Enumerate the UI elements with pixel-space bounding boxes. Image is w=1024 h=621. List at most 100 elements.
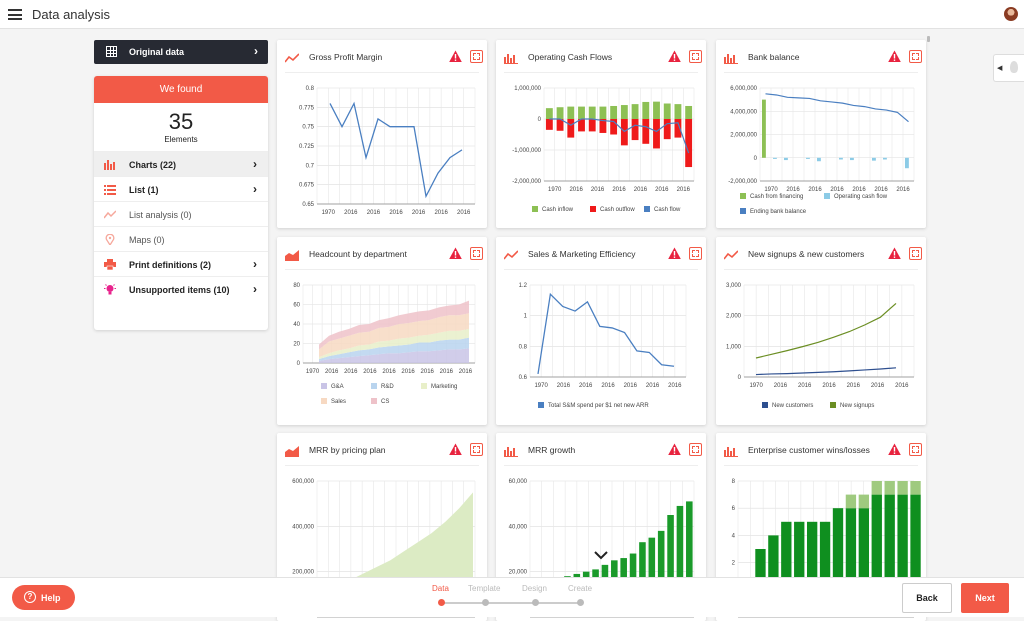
step-template[interactable]: Template <box>468 584 500 593</box>
y-tick-label: 40 <box>293 322 300 328</box>
legend-label: Marketing <box>431 384 457 390</box>
sidebar-item-label: Maps (0) <box>129 235 165 245</box>
expand-icon[interactable] <box>689 50 702 63</box>
series-line <box>755 302 897 359</box>
expand-corner <box>477 53 480 56</box>
x-tick-label: 2016 <box>601 383 615 389</box>
bar <box>556 107 564 119</box>
expand-icon[interactable] <box>470 443 483 456</box>
warning-icon[interactable] <box>888 50 901 63</box>
x-tick-label: 2016 <box>367 210 381 216</box>
expand-corner <box>477 446 480 449</box>
avatar[interactable] <box>1004 7 1018 21</box>
warning-icon[interactable] <box>668 247 681 260</box>
sidebar-item-unsupported[interactable]: Unsupported items (10) › <box>94 276 268 301</box>
card-divider <box>285 465 479 466</box>
original-data-button[interactable]: Original data › <box>94 40 268 64</box>
x-tick-label: 2016 <box>457 210 471 216</box>
bar <box>545 108 553 119</box>
chevron-right-icon: › <box>253 182 257 196</box>
chart: 3,000 2,000 1,000 0 1970 2016 2016 2016 2016 2016… <box>726 283 915 409</box>
back-button[interactable]: Back <box>902 583 952 613</box>
step-design[interactable]: Design <box>522 584 547 593</box>
card-divider <box>724 465 918 466</box>
legend-label: G&A <box>331 384 344 390</box>
chart-card[interactable]: Gross Profit Margin 0.8 0.775 0.75 0.725 0.7 0… <box>277 40 487 228</box>
steps-track <box>442 602 582 604</box>
x-tick-label: 2016 <box>363 369 377 375</box>
found-header: We found <box>94 76 268 103</box>
y-tick-label: 0.675 <box>299 183 315 189</box>
bar-chart-icon <box>724 447 738 457</box>
scroll-down-chevron-icon[interactable] <box>594 550 608 560</box>
legend-swatch <box>824 193 830 199</box>
list-icon <box>104 184 116 195</box>
chart-card[interactable]: Operating Cash Flows 1,000,000 0 -1,000,000… <box>496 40 706 228</box>
x-tick-label: 2016 <box>401 369 415 375</box>
y-tick-label: 4,000,000 <box>730 109 757 115</box>
chart-card[interactable]: Bank balance 6,000,000 4,000,000 2,000,000 0… <box>716 40 926 228</box>
bar <box>631 119 639 141</box>
expand-icon[interactable] <box>909 50 922 63</box>
help-side-tab[interactable]: ◀ <box>993 54 1024 82</box>
y-tick-label: 600,000 <box>292 479 314 485</box>
warning-icon[interactable] <box>888 247 901 260</box>
chart: 1,000,000 0 -1,000,000 -2,000,000 1970 2016 20… <box>512 86 695 213</box>
legend-label: New signups <box>840 403 874 409</box>
step-dot-design[interactable] <box>532 599 539 606</box>
expand-corner <box>692 250 695 253</box>
warning-icon[interactable] <box>449 443 462 456</box>
expand-corner <box>916 254 919 257</box>
next-button[interactable]: Next <box>961 583 1009 613</box>
chart-card[interactable]: New signups & new customers 3,000 2,000 1,0… <box>716 237 926 425</box>
line-chart-icon <box>503 248 519 260</box>
bar <box>838 157 843 160</box>
warning-icon[interactable] <box>449 247 462 260</box>
help-button[interactable]: ? Help <box>12 585 75 610</box>
bar <box>620 119 628 146</box>
hamburger-menu-icon[interactable] <box>8 9 22 20</box>
expand-icon[interactable] <box>470 50 483 63</box>
y-tick-label: -1,000,000 <box>512 148 541 154</box>
step-dot-template[interactable] <box>482 599 489 606</box>
scrollbar[interactable] <box>927 36 930 42</box>
step-dot-data[interactable] <box>438 599 445 606</box>
x-tick-label: 2016 <box>591 187 605 193</box>
sidebar-item-print-definitions[interactable]: Print definitions (2) › <box>94 251 268 276</box>
expand-icon[interactable] <box>909 443 922 456</box>
x-tick-label: 2016 <box>612 187 626 193</box>
x-tick-label: 2016 <box>421 369 435 375</box>
step-create[interactable]: Create <box>568 584 592 593</box>
y-tick-label: 3,000 <box>726 283 742 289</box>
chart-card[interactable]: Headcount by department 80 60 40 20 0 1970 2016… <box>277 237 487 425</box>
bar <box>884 481 895 495</box>
step-dot-create[interactable] <box>577 599 584 606</box>
expand-icon[interactable] <box>689 443 702 456</box>
y-tick-label: 80 <box>293 283 300 289</box>
y-tick-label: 20 <box>293 342 300 348</box>
expand-corner <box>473 446 476 449</box>
expand-icon[interactable] <box>909 247 922 260</box>
warning-icon[interactable] <box>668 50 681 63</box>
y-tick-label: 4 <box>732 533 736 539</box>
line-chart-icon <box>723 248 739 260</box>
warning-icon[interactable] <box>668 443 681 456</box>
x-tick-label: 2016 <box>440 369 454 375</box>
warning-icon[interactable] <box>888 443 901 456</box>
sidebar-item-list[interactable]: List (1) › <box>94 176 268 201</box>
bar <box>620 105 628 119</box>
x-tick-label: 2016 <box>655 187 669 193</box>
warning-icon[interactable] <box>449 50 462 63</box>
bar <box>871 157 876 161</box>
expand-corner <box>473 57 476 60</box>
x-tick-label: 2016 <box>569 187 583 193</box>
sidebar-item-maps[interactable]: Maps (0) <box>94 226 268 251</box>
sidebar-item-list-analysis[interactable]: List analysis (0) <box>94 201 268 226</box>
chart-title: Bank balance <box>748 52 800 62</box>
expand-icon[interactable] <box>470 247 483 260</box>
step-data[interactable]: Data <box>432 584 449 593</box>
y-tick-label: 2 <box>732 561 736 567</box>
chart-card[interactable]: Sales & Marketing Efficiency 1.2 1 0.8 0.6 19… <box>496 237 706 425</box>
sidebar-item-charts[interactable]: Charts (22) › <box>94 151 268 176</box>
expand-icon[interactable] <box>689 247 702 260</box>
